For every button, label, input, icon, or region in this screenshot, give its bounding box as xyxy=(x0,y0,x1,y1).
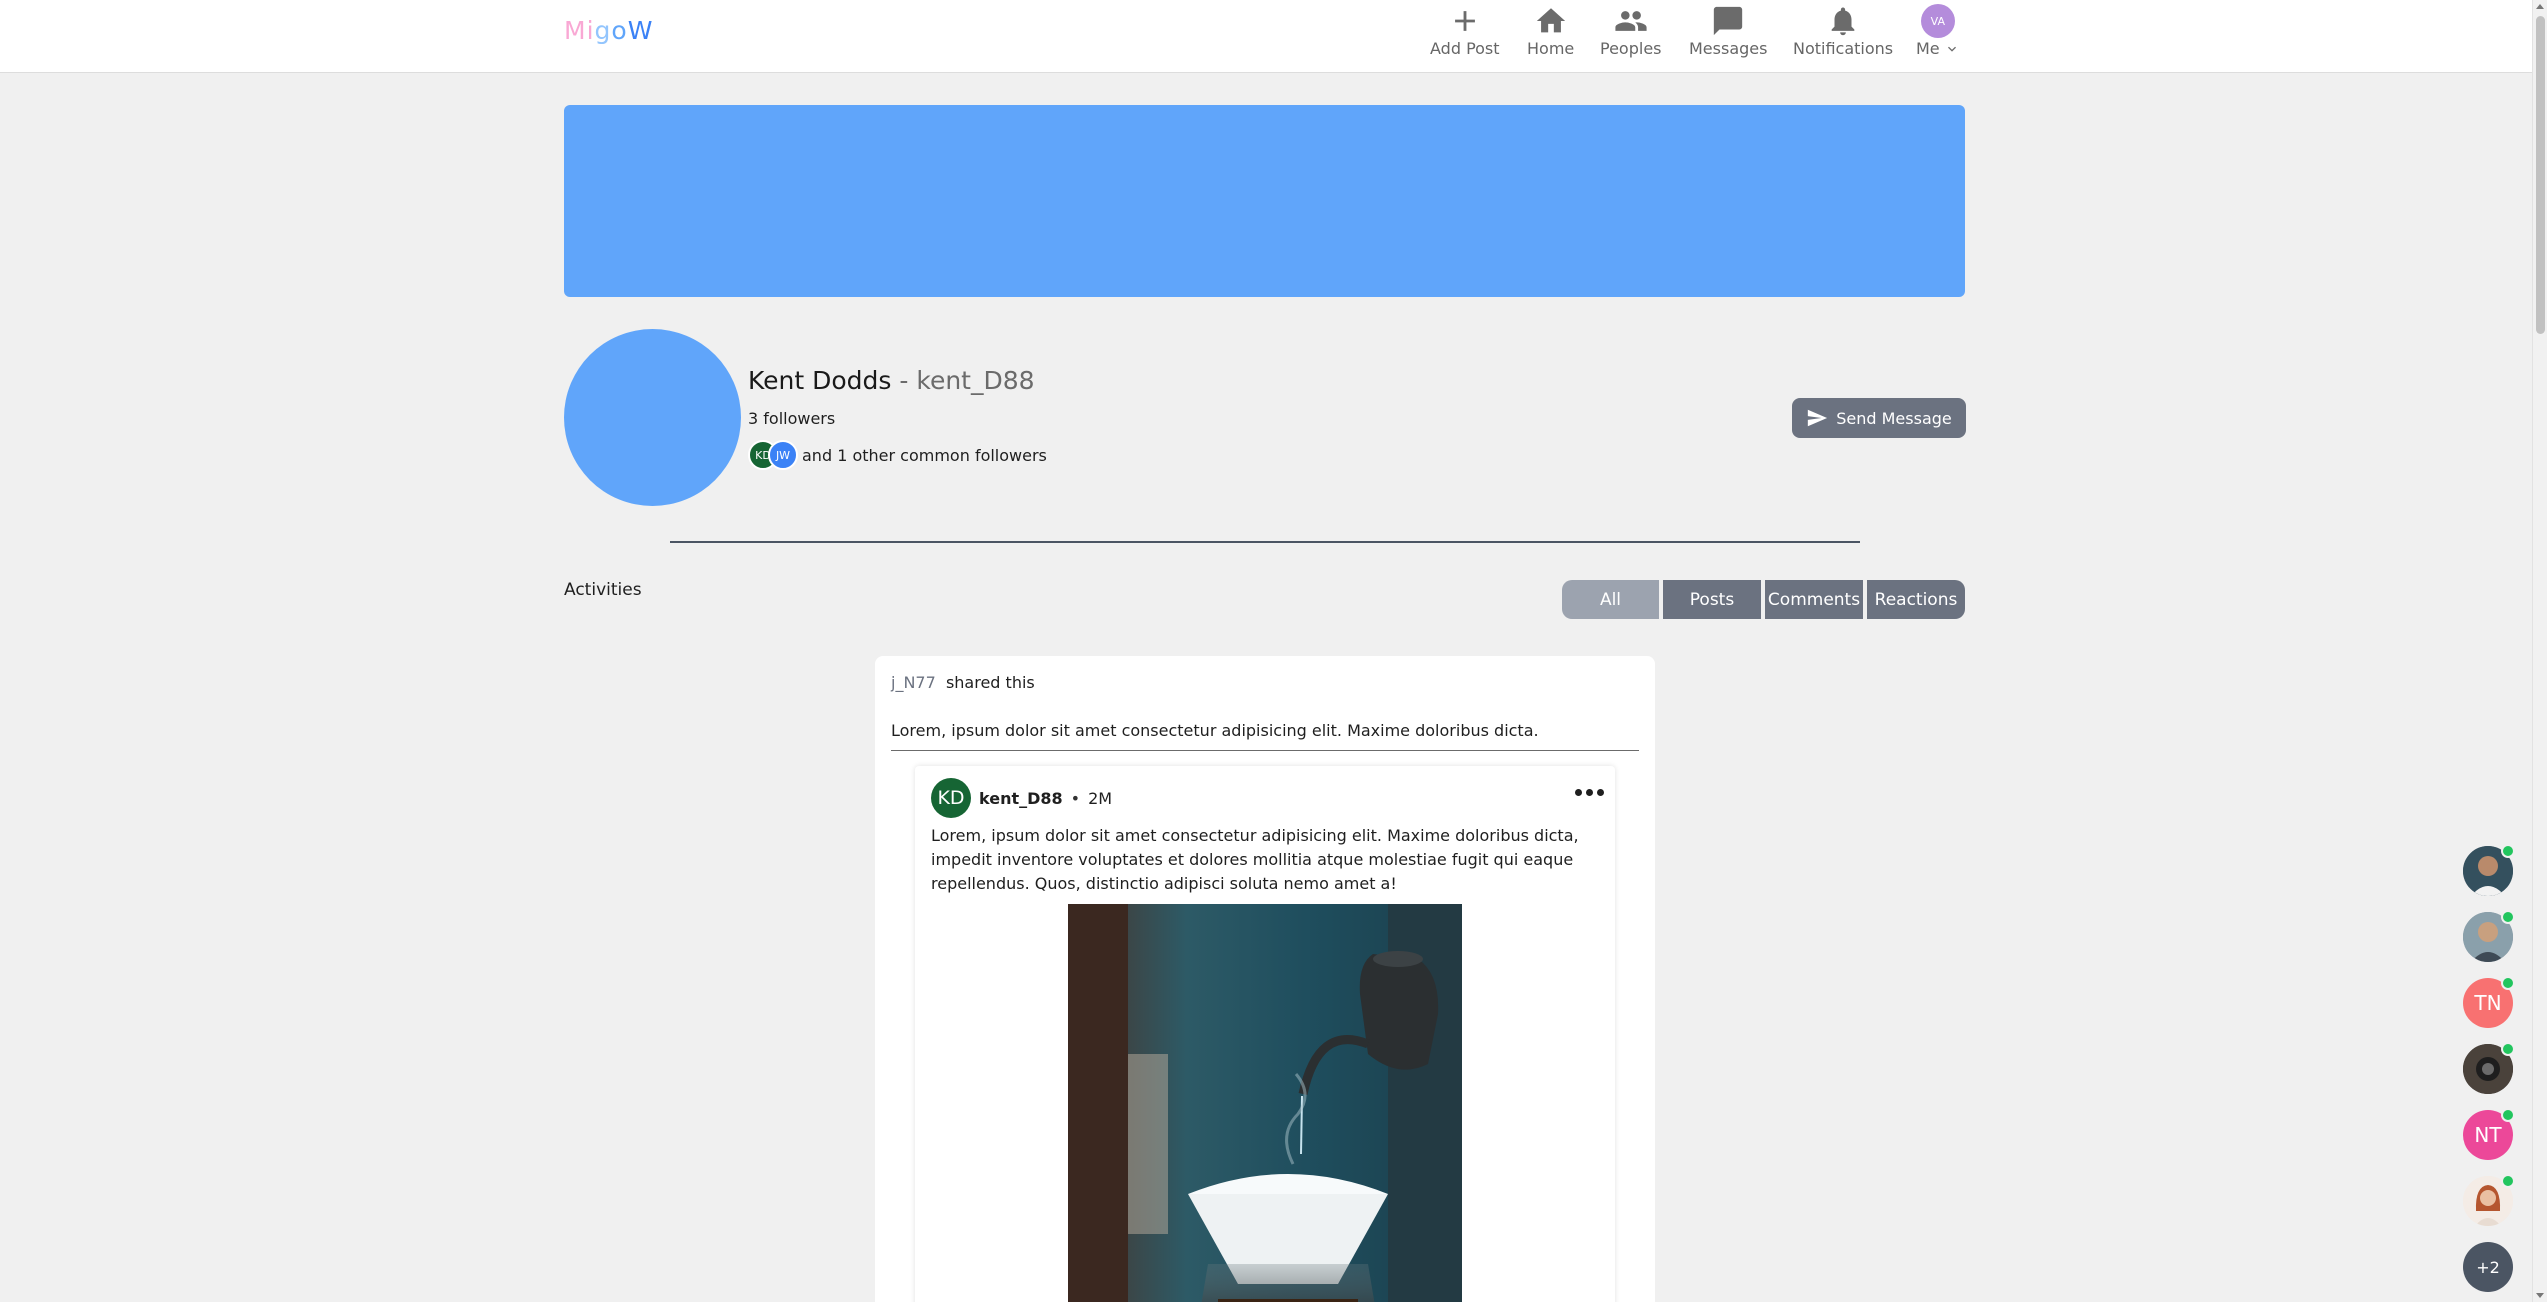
online-user-initials: NT xyxy=(2474,1123,2502,1147)
send-message-button[interactable]: Send Message xyxy=(1792,398,1966,438)
send-message-label: Send Message xyxy=(1836,408,1952,428)
top-navbar: MigoW Add Post Home Peoples Messages Not… xyxy=(0,0,2532,73)
nav-add-post-label: Add Post xyxy=(1430,39,1500,58)
more-online-users-button[interactable]: +2 xyxy=(2463,1242,2513,1292)
divider xyxy=(891,750,1639,751)
online-user-avatar[interactable] xyxy=(2463,1042,2515,1094)
profile-avatar xyxy=(564,329,741,506)
nav-add-post[interactable]: Add Post xyxy=(1430,4,1500,58)
nav-home[interactable]: Home xyxy=(1527,4,1574,58)
more-online-count: +2 xyxy=(2476,1257,2500,1277)
online-status-dot xyxy=(2501,1108,2515,1122)
nav-me-label: Me xyxy=(1916,39,1940,58)
post-username[interactable]: kent_D88 xyxy=(979,789,1063,808)
chevron-down-icon xyxy=(1947,46,1956,52)
bell-icon xyxy=(1831,7,1855,36)
profile-title: Kent Dodds - kent_D88 xyxy=(748,366,1035,395)
online-status-dot xyxy=(2501,976,2515,990)
people-icon xyxy=(1615,11,1647,31)
online-user-avatar[interactable] xyxy=(2463,844,2515,896)
nav-notifications[interactable]: Notifications xyxy=(1793,4,1893,58)
nav-me-label-wrap: Me xyxy=(1916,39,1960,58)
more-options-icon[interactable] xyxy=(1575,786,1605,798)
page-scrollbar[interactable] xyxy=(2532,0,2547,1302)
online-status-dot xyxy=(2501,1042,2515,1056)
activities-heading: Activities xyxy=(564,580,642,600)
post-header: KD kent_D88 • 2M xyxy=(931,778,1112,818)
common-followers-text: and 1 other common followers xyxy=(802,445,1047,465)
message-icon xyxy=(1714,6,1743,36)
followers-count[interactable]: 3 followers xyxy=(748,409,835,428)
nav-messages[interactable]: Messages xyxy=(1689,4,1767,58)
online-user-avatar[interactable] xyxy=(2463,910,2515,962)
online-status-dot xyxy=(2501,1174,2515,1188)
nav-peoples-label: Peoples xyxy=(1600,39,1662,58)
online-status-dot xyxy=(2501,844,2515,858)
scroll-up-arrow[interactable] xyxy=(2536,4,2544,9)
scroll-thumb[interactable] xyxy=(2536,16,2545,334)
filter-comments[interactable]: Comments xyxy=(1765,580,1863,619)
me-avatar: VA xyxy=(1920,4,1955,38)
nav-peoples[interactable]: Peoples xyxy=(1600,4,1662,58)
shared-post: KD kent_D88 • 2M Lorem, ipsum dolor sit … xyxy=(915,766,1615,1302)
post-dot: • xyxy=(1070,788,1081,808)
profile-cover xyxy=(564,105,1965,297)
activity-card: j_N77 shared this Lorem, ipsum dolor sit… xyxy=(875,656,1655,1302)
avatar[interactable]: KD xyxy=(931,778,971,818)
shared-text: shared this xyxy=(945,673,1035,692)
filter-reactions[interactable]: Reactions xyxy=(1867,580,1965,619)
filter-posts[interactable]: Posts xyxy=(1663,580,1761,619)
post-text: Lorem, ipsum dolor sit amet consectetur … xyxy=(931,826,1579,893)
app-logo[interactable]: MigoW xyxy=(564,16,653,45)
post-time: 2M xyxy=(1088,788,1113,808)
plus-icon xyxy=(1454,11,1475,31)
divider xyxy=(670,541,1860,543)
filter-all[interactable]: All xyxy=(1562,580,1659,619)
online-user-initials: TN xyxy=(2474,991,2502,1015)
nav-notifications-label: Notifications xyxy=(1793,39,1894,58)
online-user-avatar[interactable]: NT xyxy=(2463,1108,2515,1160)
online-user-avatar[interactable] xyxy=(2463,1174,2515,1226)
post-image[interactable] xyxy=(1068,904,1462,1302)
coffee-pour-photo xyxy=(1068,904,1462,1302)
profile-name: Kent Dodds xyxy=(748,366,892,395)
nav-messages-label: Messages xyxy=(1689,39,1768,58)
online-status-dot xyxy=(2501,910,2515,924)
profile-separator: - xyxy=(891,366,917,395)
nav-me[interactable]: VA Me xyxy=(1916,4,1960,58)
home-icon xyxy=(1536,8,1565,33)
scroll-down-arrow[interactable] xyxy=(2536,1293,2544,1298)
avatar: JW xyxy=(768,440,798,470)
common-followers[interactable]: KD JW and 1 other common followers xyxy=(748,440,1047,470)
activity-filters: All Posts Comments Reactions xyxy=(1562,580,1965,619)
share-caption: Lorem, ipsum dolor sit amet consectetur … xyxy=(891,721,1539,740)
send-icon xyxy=(1808,409,1828,427)
nav-home-label: Home xyxy=(1527,39,1575,58)
online-user-avatar[interactable]: TN xyxy=(2463,976,2515,1028)
sharer-username[interactable]: j_N77 xyxy=(891,673,936,692)
shared-line: j_N77 shared this xyxy=(891,673,1035,692)
profile-username: kent_D88 xyxy=(916,366,1035,395)
